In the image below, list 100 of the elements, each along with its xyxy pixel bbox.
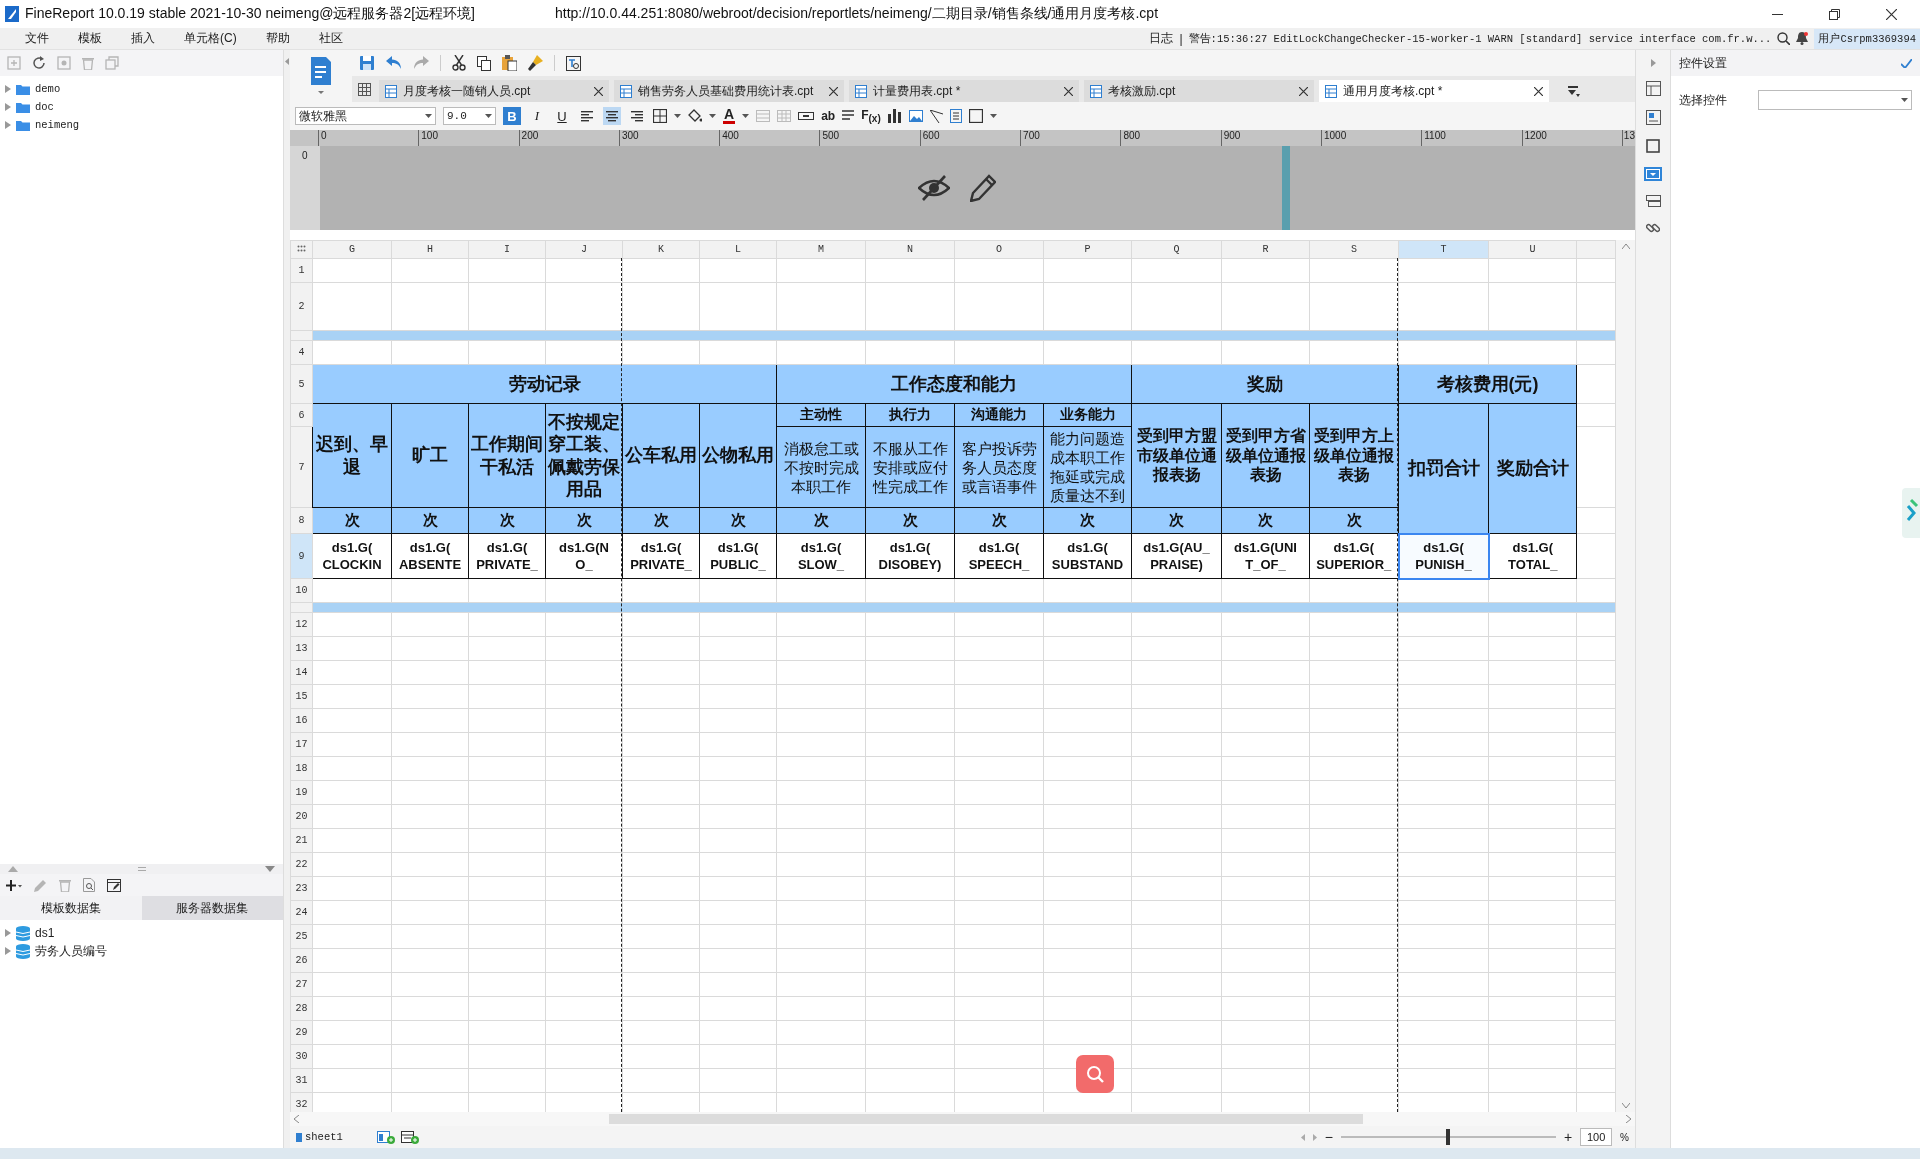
layout-icon[interactable]	[1645, 81, 1661, 96]
row-number[interactable]: 10	[290, 578, 313, 603]
expand-arrow-icon[interactable]	[5, 947, 11, 955]
row-number[interactable]: 5	[290, 364, 313, 404]
caret-icon[interactable]	[989, 114, 997, 118]
column-letter[interactable]: R	[1221, 240, 1310, 259]
menu-item[interactable]: 文件	[25, 30, 49, 47]
log-link[interactable]: 日志	[1149, 30, 1174, 47]
row-number[interactable]: 32	[290, 1092, 313, 1112]
column-letter[interactable]: J	[545, 240, 623, 259]
row-number[interactable]: 31	[290, 1068, 313, 1093]
row-number[interactable]: 22	[290, 852, 313, 877]
splitter-grip-icon[interactable]	[137, 867, 146, 871]
tree-item[interactable]: demo	[35, 83, 61, 95]
zoom-input[interactable]: 100	[1580, 1128, 1613, 1146]
menu-item[interactable]: 帮助	[265, 30, 290, 47]
brush-icon[interactable]	[528, 55, 543, 71]
row-number[interactable]: 2	[290, 282, 313, 331]
scrollbar-thumb[interactable]	[609, 1114, 1363, 1124]
row-number[interactable]: 24	[290, 900, 313, 925]
form-icon[interactable]	[949, 109, 962, 123]
text-tool-button[interactable]: ab	[821, 109, 836, 123]
expand-arrow-icon[interactable]	[5, 85, 11, 93]
row-number[interactable]: 28	[290, 996, 313, 1021]
column-letter[interactable]: K	[622, 240, 700, 259]
column-letter[interactable]: T	[1398, 240, 1489, 259]
caret-icon[interactable]	[674, 114, 681, 118]
search-button[interactable]	[1076, 1055, 1114, 1093]
tree-item[interactable]: 劳务人员编号	[35, 942, 107, 960]
row-number[interactable]: 6	[290, 403, 313, 427]
save-icon[interactable]	[359, 55, 375, 71]
tab[interactable]: 月度考核一随销人员.cpt	[379, 80, 609, 102]
select-all-icon[interactable]	[297, 245, 306, 252]
slash-icon[interactable]	[929, 109, 943, 123]
row-number[interactable]: 20	[290, 804, 313, 829]
pencil-icon[interactable]	[970, 174, 996, 202]
template-icon[interactable]	[309, 55, 333, 95]
grid-icon[interactable]	[358, 83, 371, 96]
caret-icon[interactable]	[1901, 98, 1908, 102]
close-icon[interactable]	[829, 86, 838, 96]
restore-icon[interactable]	[1829, 8, 1840, 20]
font-dropdown[interactable]: 微软雅黑	[295, 107, 436, 125]
column-letter[interactable]: U	[1488, 240, 1577, 259]
scissors-icon[interactable]	[452, 55, 466, 71]
add-sheet-icon[interactable]	[376, 1130, 395, 1144]
expand-arrow-icon[interactable]	[5, 929, 11, 937]
column-letter[interactable]: Q	[1131, 240, 1222, 259]
hidden-eye-icon[interactable]	[918, 175, 950, 201]
row-number[interactable]: 9	[290, 533, 313, 579]
split-cells-icon[interactable]	[777, 110, 792, 122]
menu-item[interactable]: 社区	[318, 30, 343, 47]
sheet-tab[interactable]: sheet1	[296, 1131, 371, 1143]
expand-arrow-icon[interactable]	[1650, 59, 1656, 67]
align-center-button[interactable]	[603, 107, 621, 125]
text-style-button[interactable]: B	[503, 107, 521, 125]
row-number[interactable]: 21	[290, 828, 313, 853]
column-letter[interactable]: H	[391, 240, 469, 259]
row-number[interactable]: 1	[290, 258, 313, 283]
expand-arrow-icon[interactable]	[5, 103, 11, 111]
caret-icon[interactable]	[425, 114, 432, 118]
row-number[interactable]: 4	[290, 340, 313, 365]
minimize-icon[interactable]	[1772, 13, 1783, 15]
frame-icon[interactable]	[1646, 139, 1660, 153]
list-icon[interactable]	[1645, 195, 1661, 207]
column-letter[interactable]: M	[776, 240, 866, 259]
row-number[interactable]: 14	[290, 660, 313, 685]
menu-icon[interactable]	[1568, 86, 1580, 98]
font-size-dropdown[interactable]: 9.0	[443, 107, 496, 125]
image-icon[interactable]	[908, 110, 923, 122]
row-number[interactable]: 27	[290, 972, 313, 997]
merge-cells-icon[interactable]	[756, 110, 771, 122]
copy-icon[interactable]	[477, 55, 491, 71]
menu-item[interactable]: 单元格(C)	[184, 30, 237, 47]
dataset-tab[interactable]: 模板数据集	[0, 896, 142, 920]
row-number[interactable]: 26	[290, 948, 313, 973]
column-letter[interactable]: I	[468, 240, 546, 259]
row-number[interactable]: 25	[290, 924, 313, 949]
tree-item[interactable]: doc	[35, 101, 54, 113]
control-settings-icon[interactable]	[1646, 169, 1660, 179]
close-icon[interactable]	[594, 86, 603, 96]
dataset-tab[interactable]: 服务器数据集	[141, 896, 283, 920]
checkmark-icon[interactable]	[1901, 58, 1912, 68]
row-number[interactable]: 7	[290, 426, 313, 508]
close-icon[interactable]	[1886, 8, 1897, 20]
row-number[interactable]: 23	[290, 876, 313, 901]
preview-icon[interactable]	[566, 55, 581, 71]
row-number[interactable]: 30	[290, 1044, 313, 1069]
row-number[interactable]: 19	[290, 780, 313, 805]
caret-icon[interactable]	[742, 114, 750, 118]
form-settings-icon[interactable]	[1645, 110, 1661, 125]
scroll-down-arrow-icon[interactable]	[265, 866, 275, 872]
close-icon[interactable]	[1064, 86, 1073, 96]
caret-icon[interactable]	[709, 114, 716, 118]
tree-item[interactable]: ds1	[35, 926, 55, 940]
link-icon[interactable]	[1646, 221, 1660, 235]
zoom-in-button[interactable]: +	[1563, 1129, 1573, 1145]
tab[interactable]: 通用月度考核.cpt *	[1319, 80, 1549, 102]
row-number[interactable]: 13	[290, 636, 313, 661]
insert-row-icon[interactable]	[798, 112, 815, 120]
tab[interactable]: 计量费用表.cpt *	[849, 80, 1079, 102]
